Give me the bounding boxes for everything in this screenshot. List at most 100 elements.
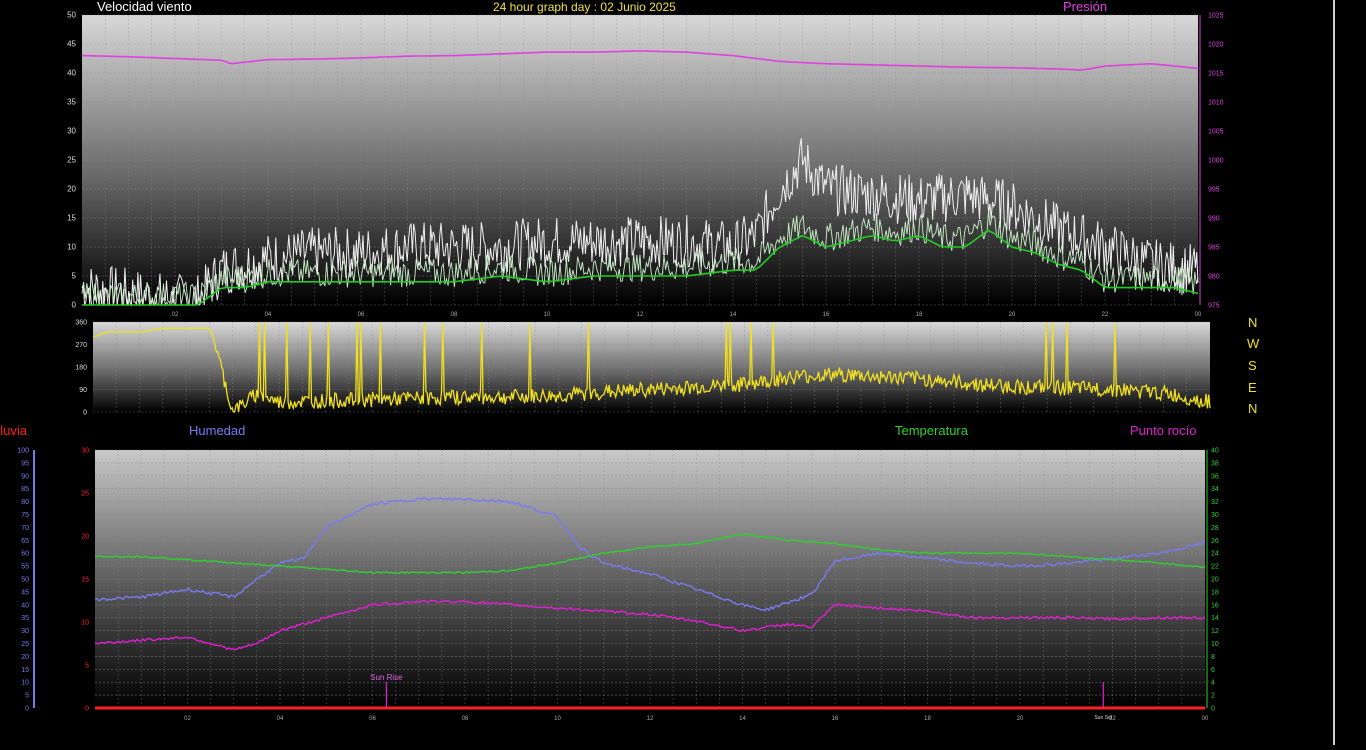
rain-tick: 25	[81, 491, 89, 498]
temperature-tick: 6	[1211, 667, 1215, 674]
humidity-tick: 85	[21, 486, 29, 493]
wind-speed-tick: 50	[67, 11, 76, 20]
rain-tick: 20	[81, 534, 89, 541]
wind-speed-tick: 10	[67, 243, 76, 252]
x-tick-label: 00	[1207, 0, 1214, 2]
x-tick-label: 18	[924, 716, 931, 722]
rain-tick: 5	[85, 663, 89, 670]
temperature-tick: 32	[1211, 499, 1219, 506]
weather-graph-page: 02 04 06 08 10 12 14 16 18 20 22 00 0 5 10 15 20 25 30 35 40…	[0, 0, 1366, 745]
wind-speed-tick: 20	[67, 185, 76, 194]
pressure-tick: 1025	[1208, 13, 1224, 20]
pressure-tick: 1000	[1208, 158, 1224, 165]
wind-speed-tick: 40	[67, 69, 76, 78]
wind-speed-tick: 35	[67, 98, 76, 107]
x-tick-label: 06	[358, 312, 365, 318]
humidity-tick: 75	[21, 512, 29, 519]
direction-tick: 360	[75, 320, 87, 327]
temperature-tick: 0	[1211, 706, 1215, 713]
wind-speed-tick: 25	[67, 156, 76, 165]
sunrise-label: Sun Rise	[370, 673, 403, 682]
rain-label: Lluvia	[0, 423, 27, 438]
wind-speed-tick: 15	[67, 214, 76, 223]
rain-tick: 0	[85, 706, 89, 713]
pressure-tick: 1005	[1208, 129, 1224, 136]
pressure-tick: 1015	[1208, 71, 1224, 78]
x-tick-label: 12	[647, 716, 654, 722]
direction-tick: 90	[79, 387, 87, 394]
x-tick-label: 02	[184, 716, 191, 722]
x-tick-label: 10	[554, 716, 561, 722]
x-tick-label: 06	[369, 716, 376, 722]
compass-label-s: S	[1248, 358, 1257, 373]
rain-tick: 30	[81, 448, 89, 455]
x-tick-label: 18	[916, 312, 923, 318]
x-tick-label: 04	[277, 716, 284, 722]
x-tick-label: 20	[1017, 716, 1024, 722]
x-tick-label: 14	[741, 0, 748, 2]
temperature-tick: 28	[1211, 525, 1219, 532]
humidity-tick: 10	[21, 680, 29, 687]
humidity-tick: 80	[21, 499, 29, 506]
temperature-tick: 34	[1211, 486, 1219, 493]
humidity-tick: 15	[21, 667, 29, 674]
wind-speed-label: Velocidad viento	[97, 0, 192, 14]
wind-speed-tick: 30	[67, 127, 76, 136]
humidity-tick: 45	[21, 589, 29, 596]
x-tick-label: 08	[462, 0, 469, 2]
temperature-tick: 30	[1211, 512, 1219, 519]
humidity-tick: 20	[21, 654, 29, 661]
x-tick-label: 16	[834, 0, 841, 2]
rain-tick: 15	[81, 577, 89, 584]
pressure-tick: 975	[1208, 303, 1220, 310]
x-tick-label: 04	[276, 0, 283, 2]
graph-title: 24 hour graph day : 02 Junio 2025	[493, 0, 676, 14]
rain-tick: 10	[81, 620, 89, 627]
humidity-tick: 30	[21, 628, 29, 635]
temperature-tick: 16	[1211, 602, 1219, 609]
x-tick-label: 22	[1102, 312, 1109, 318]
temperature-tick: 2	[1211, 693, 1215, 700]
direction-tick: 270	[75, 342, 87, 349]
compass-label-n-top: N	[1248, 315, 1258, 330]
humidity-tick: 90	[21, 473, 29, 480]
x-tick-label: 00	[1202, 716, 1209, 722]
pressure-label: Presión	[1063, 0, 1108, 14]
humidity-tick: 60	[21, 551, 29, 558]
x-tick-label: 06	[369, 0, 376, 2]
humidity-tick: 50	[21, 577, 29, 584]
wind-speed-tick: 5	[72, 272, 77, 281]
x-tick-label: 16	[823, 312, 830, 318]
humidity-tick: 95	[21, 460, 29, 467]
pressure-tick: 980	[1208, 274, 1220, 281]
x-tick-label: 16	[832, 716, 839, 722]
temperature-tick: 38	[1211, 460, 1219, 467]
pressure-tick: 995	[1208, 187, 1220, 194]
humidity-label: Humedad	[189, 423, 246, 438]
humidity-tick: 25	[21, 641, 29, 648]
temperature-tick: 4	[1211, 680, 1215, 687]
x-tick-label: 20	[1020, 0, 1027, 2]
humidity-tick: 55	[21, 564, 29, 571]
right-border	[1333, 0, 1335, 745]
compass-label-n-bottom: N	[1248, 401, 1258, 416]
temperature-tick: 36	[1211, 473, 1219, 480]
x-tick-label: 08	[451, 312, 458, 318]
temperature-tick: 8	[1211, 654, 1215, 661]
humidity-tick: 70	[21, 525, 29, 532]
temperature-tick: 10	[1211, 641, 1219, 648]
x-tick-label: 20	[1009, 312, 1016, 318]
direction-tick: 0	[83, 410, 87, 417]
chart-canvas: 02 04 06 08 10 12 14 16 18 20 22 000510152025303540…	[17, 0, 1224, 722]
humidity-tick: 5	[25, 693, 29, 700]
x-tick-label: 10	[544, 312, 551, 318]
x-tick-label: 22	[1114, 0, 1121, 2]
x-tick-label: 18	[927, 0, 934, 2]
sunset-label: Sun Set	[1094, 715, 1112, 721]
wind-speed-tick: 0	[72, 301, 77, 310]
temperature-tick: 24	[1211, 551, 1219, 558]
temperature-tick: 18	[1211, 589, 1219, 596]
wind-speed-tick: 45	[67, 40, 76, 49]
pressure-tick: 985	[1208, 245, 1220, 252]
x-tick-label: 02	[172, 312, 179, 318]
